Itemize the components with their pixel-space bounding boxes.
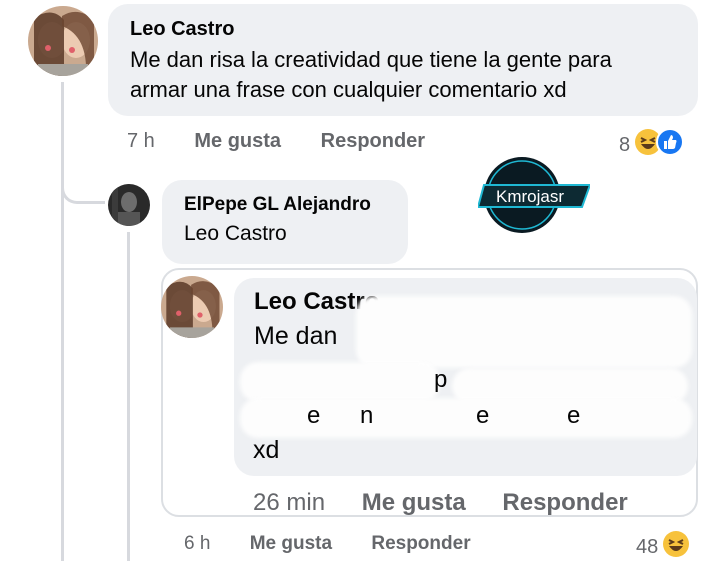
watermark-text: Kmrojasr — [496, 187, 565, 206]
thread-branch — [61, 178, 105, 204]
comment-author[interactable]: Leo Castro — [130, 18, 676, 41]
reply-thread-line — [127, 232, 130, 561]
text-fragment: xd — [253, 436, 280, 464]
embedded-time: 26 min — [253, 489, 326, 516]
like-button[interactable]: Me gusta — [250, 533, 332, 554]
reply-text[interactable]: Leo Castro — [184, 222, 386, 246]
like-button[interactable]: Me gusta — [194, 130, 281, 152]
comment-text-line: Me dan risa la creatividad que tiene la … — [130, 47, 612, 72]
laughing-emoji-icon — [662, 530, 690, 561]
text-fragment: e — [307, 402, 321, 429]
comment-time[interactable]: 7 h — [127, 130, 155, 152]
reply-button[interactable]: Responder — [371, 533, 470, 554]
embedded-like-label: Me gusta — [361, 489, 466, 516]
text-fragment: e — [567, 402, 581, 429]
comment-text-line: armar una frase con cualquier comentario… — [130, 77, 567, 102]
reaction-count: 48 — [636, 535, 659, 558]
comment-text: Me dan risa la creatividad que tiene la … — [130, 45, 676, 105]
watermark-logo: Kmrojasr — [476, 155, 592, 235]
reply-author[interactable]: ElPepe GL Alejandro — [184, 194, 386, 216]
text-fragment: e — [476, 402, 490, 429]
avatar[interactable] — [108, 184, 150, 226]
text-fragment: p — [434, 366, 448, 393]
reply-time[interactable]: 6 h — [184, 533, 210, 554]
embedded-actions: 26 min Me gusta Responder — [253, 489, 628, 517]
reply-bubble: ElPepe GL Alejandro Leo Castro — [162, 180, 408, 264]
embedded-reply-label: Responder — [502, 489, 628, 516]
reply-button[interactable]: Responder — [321, 130, 425, 152]
reaction-count: 8 — [619, 133, 631, 156]
avatar[interactable] — [28, 6, 98, 76]
avatar — [161, 276, 223, 338]
reaction-summary[interactable]: 48 — [636, 530, 690, 561]
redaction — [356, 296, 692, 368]
thread-line — [61, 82, 64, 561]
redaction — [240, 362, 440, 402]
like-thumb-icon — [656, 128, 685, 162]
text-fragment: n — [360, 402, 374, 429]
comment-actions: 7 h Me gusta Responder — [127, 130, 425, 153]
reply-actions: 6 h Me gusta Responder — [184, 533, 471, 555]
comment-bubble: Leo Castro Me dan risa la creatividad qu… — [108, 4, 698, 116]
reaction-summary[interactable]: 8 — [619, 128, 685, 162]
